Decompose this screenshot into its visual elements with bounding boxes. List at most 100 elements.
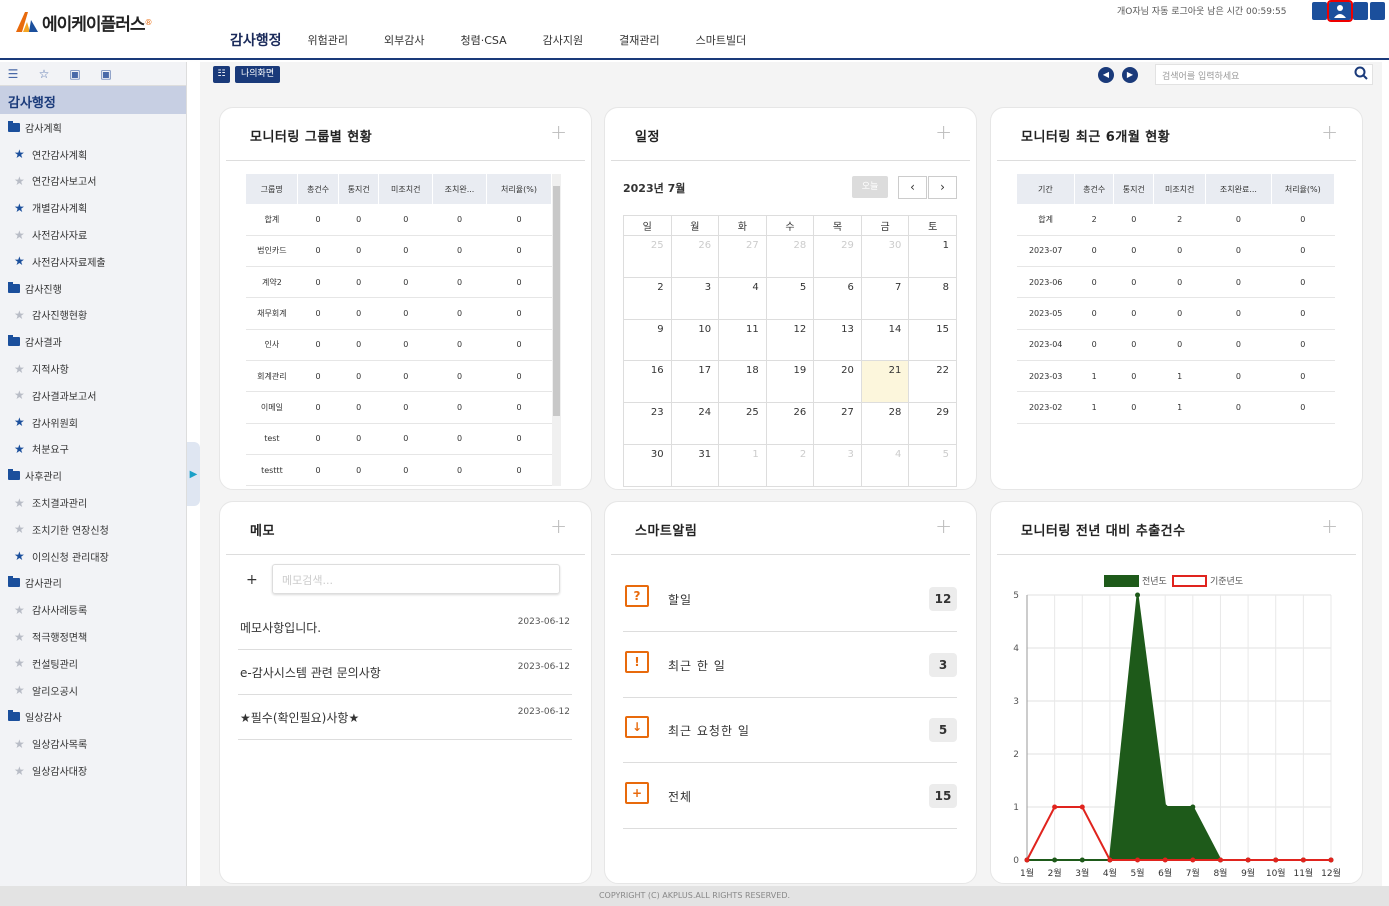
calendar-day[interactable]: 10: [670, 318, 720, 362]
alert-item[interactable]: ! 최근 한 일 3: [623, 633, 957, 698]
memo-item[interactable]: ★필수(확인필요)사항★ 2023-06-12: [238, 695, 572, 740]
add-widget-icon[interactable]: +: [935, 514, 952, 538]
calendar-day[interactable]: 26: [765, 402, 815, 445]
memo-item[interactable]: 메모사항입니다. 2023-06-12: [238, 605, 572, 650]
calendar-day[interactable]: 29: [908, 402, 957, 445]
table-row[interactable]: 계약2 0 0 0 0 0: [246, 266, 552, 299]
sidebar-item[interactable]: ★ 사전감사자료: [0, 221, 186, 248]
sidebar-item[interactable]: ★ 감사사례등록: [0, 596, 186, 623]
table-row[interactable]: 이메일 0 0 0 0 0: [246, 391, 552, 424]
my-screen-icon[interactable]: ☷: [213, 66, 230, 83]
column-header[interactable]: 통지건: [338, 174, 380, 204]
table-row[interactable]: 2023-07 0 0 0 0 0: [1017, 235, 1335, 268]
column-header[interactable]: 그룹명: [246, 174, 299, 204]
calendar-day[interactable]: 30: [623, 443, 672, 487]
calendar-day[interactable]: 30: [860, 235, 910, 278]
calendar-day[interactable]: 28: [860, 402, 910, 445]
column-header[interactable]: 미조치건: [378, 174, 433, 204]
star-icon[interactable]: ★: [14, 764, 26, 778]
calendar-next-button[interactable]: ›: [928, 176, 957, 199]
expand-folder-icon[interactable]: ▣: [68, 67, 82, 81]
star-icon[interactable]: ★: [14, 737, 26, 751]
logo[interactable]: 에이케이플러스 ®: [14, 8, 152, 36]
table-row[interactable]: 법인카드 0 0 0 0 0: [246, 235, 552, 268]
star-icon[interactable]: ★: [14, 147, 26, 161]
sidebar-folder[interactable]: 감사계획: [0, 114, 186, 141]
calendar-day[interactable]: 29: [813, 235, 862, 278]
calendar-day[interactable]: 16: [623, 360, 672, 404]
page-scrollbar[interactable]: [1382, 62, 1389, 892]
sidebar-item[interactable]: ★ 조치결과관리: [0, 489, 186, 516]
user-profile-icon[interactable]: [1327, 0, 1353, 22]
star-icon[interactable]: ★: [14, 496, 26, 510]
sidebar-folder[interactable]: 감사관리: [0, 570, 186, 597]
calendar-day[interactable]: 25: [623, 235, 672, 278]
calendar-day[interactable]: 1: [718, 443, 767, 487]
column-header[interactable]: 기간: [1017, 174, 1075, 204]
settings-icon[interactable]: [1312, 2, 1327, 20]
column-header[interactable]: 조치완...: [432, 174, 487, 204]
star-icon[interactable]: ★: [14, 415, 26, 429]
menu-icon[interactable]: ☰: [6, 67, 20, 81]
calendar-day[interactable]: 25: [718, 402, 767, 445]
calendar-day[interactable]: 27: [813, 402, 862, 445]
nav-item[interactable]: 청렴·CSA: [461, 32, 507, 48]
add-widget-icon[interactable]: +: [550, 514, 567, 538]
calendar-day[interactable]: 3: [813, 443, 862, 487]
calendar-day[interactable]: 27: [718, 235, 767, 278]
star-icon[interactable]: ★: [14, 522, 26, 536]
nav-item[interactable]: 외부감사: [384, 32, 424, 48]
table-row[interactable]: 합계 0 0 0 0 0: [246, 204, 552, 236]
star-icon[interactable]: ★: [14, 228, 26, 242]
calendar-day[interactable]: 3: [670, 276, 720, 320]
calendar-day[interactable]: 26: [670, 235, 720, 278]
add-widget-icon[interactable]: +: [550, 120, 567, 144]
calendar-day-today[interactable]: 21: [860, 360, 910, 404]
calendar-day[interactable]: 2: [765, 443, 815, 487]
star-icon[interactable]: ★: [14, 201, 26, 215]
calendar-day[interactable]: 23: [623, 402, 672, 445]
sidebar-item[interactable]: ★ 사전감사자료제출: [0, 248, 186, 275]
calendar-day[interactable]: 7: [860, 276, 910, 320]
nav-item[interactable]: 감사행정: [230, 30, 282, 50]
table-row[interactable]: test 0 0 0 0 0: [246, 423, 552, 455]
nav-item[interactable]: 결재관리: [619, 32, 659, 48]
star-icon[interactable]: ★: [14, 362, 26, 376]
calendar-day[interactable]: 6: [813, 276, 862, 320]
table-row[interactable]: 2023-02 1 0 1 0 0: [1017, 391, 1335, 424]
star-icon[interactable]: ★: [14, 630, 26, 644]
favorite-icon[interactable]: ☆: [37, 67, 51, 81]
sidebar-item[interactable]: ★ 연간감사보고서: [0, 168, 186, 195]
sidebar-item[interactable]: ★ 처분요구: [0, 436, 186, 463]
today-button[interactable]: 오늘: [852, 176, 888, 198]
add-memo-button[interactable]: +: [246, 572, 258, 588]
calendar-day[interactable]: 1: [908, 235, 957, 278]
calendar-day[interactable]: 12: [765, 318, 815, 362]
table-row[interactable]: 인사 0 0 0 0 0: [246, 329, 552, 361]
calendar-day[interactable]: 17: [670, 360, 720, 404]
add-widget-icon[interactable]: +: [1321, 120, 1338, 144]
add-widget-icon[interactable]: +: [1321, 514, 1338, 538]
calendar-day[interactable]: 5: [908, 443, 957, 487]
sidebar-folder[interactable]: 일상감사: [0, 704, 186, 731]
star-icon[interactable]: ★: [14, 656, 26, 670]
table-row[interactable]: 합계 2 0 2 0 0: [1017, 204, 1335, 236]
calendar-day[interactable]: 19: [765, 360, 815, 404]
sidebar-item[interactable]: ★ 적극행정면책: [0, 623, 186, 650]
memo-search-input[interactable]: 메모검색...: [272, 564, 560, 594]
calendar-day[interactable]: 13: [813, 318, 862, 362]
calendar-day[interactable]: 14: [860, 318, 910, 362]
calendar-day[interactable]: 2: [623, 276, 672, 320]
column-header[interactable]: 미조치건: [1153, 174, 1207, 204]
calendar-day[interactable]: 18: [718, 360, 767, 404]
star-icon[interactable]: ★: [14, 388, 26, 402]
table-row[interactable]: 2023-05 0 0 0 0 0: [1017, 297, 1335, 330]
calendar-day[interactable]: 15: [908, 318, 957, 362]
calendar-day[interactable]: 24: [670, 402, 720, 445]
my-screen-button[interactable]: 나의화면: [235, 66, 281, 83]
star-icon[interactable]: ★: [14, 174, 26, 188]
sidebar-item[interactable]: ★ 감사진행현황: [0, 302, 186, 329]
sidebar-item[interactable]: ★ 컨설팅관리: [0, 650, 186, 677]
calendar-day[interactable]: 31: [670, 443, 720, 487]
column-header[interactable]: 조치완료...: [1205, 174, 1272, 204]
